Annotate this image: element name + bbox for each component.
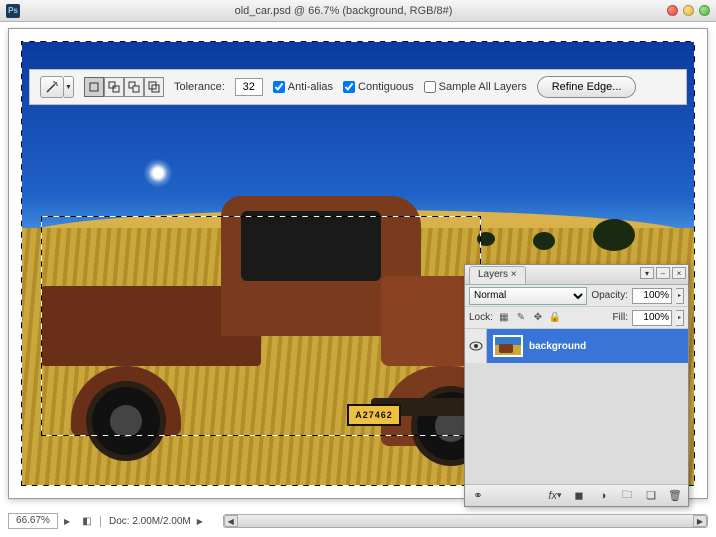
zoom-menu-toggle[interactable]: ▶ [64,517,74,526]
magic-wand-tool-button[interactable] [40,76,64,98]
selection-marquee [41,216,481,436]
selection-subtract-button[interactable] [124,77,144,97]
link-layers-button[interactable]: ⚭ [469,488,487,504]
magic-wand-icon [45,80,59,94]
sample-all-layers-label: Sample All Layers [439,81,527,93]
layer-mask-button[interactable]: ◼ [570,488,588,504]
layers-panel-footer: ⚭ fx▾ ◼ ◑ 🗀 ❏ 🗑 [465,484,688,506]
selection-new-button[interactable] [84,77,104,97]
new-layer-button[interactable]: ❏ [642,488,660,504]
lock-transparency-button[interactable]: ▦ [497,311,511,325]
opacity-label: Opacity: [591,290,628,301]
selection-intersect-button[interactable] [144,77,164,97]
close-window-button[interactable] [667,5,678,16]
horizontal-scrollbar[interactable]: ◀ ▶ [223,514,708,528]
tab-layers-label: Layers [478,269,508,280]
refine-edge-button[interactable]: Refine Edge... [537,76,637,98]
opacity-slider-toggle[interactable]: ▸ [676,288,684,304]
fill-slider-toggle[interactable]: ▸ [676,310,684,326]
panel-menu-button[interactable]: ▾ [640,267,654,279]
fill-label: Fill: [612,312,628,323]
blend-opacity-row: Normal Opacity: ▸ [465,285,688,307]
selection-add-button[interactable] [104,77,124,97]
eye-icon [469,341,483,351]
tool-options-bar: ▼ Tolerance: Anti-alias Contiguous Sampl… [29,69,687,105]
document-title: old_car.psd @ 66.7% (background, RGB/8#) [20,5,667,17]
fill-input[interactable] [632,310,672,326]
lock-all-button[interactable]: 🔒 [548,311,562,325]
zoom-window-button[interactable] [699,5,710,16]
contiguous-checkbox-input[interactable] [343,81,355,93]
window-titlebar: Ps old_car.psd @ 66.7% (background, RGB/… [0,0,716,22]
document-window: A27462 ▼ Tolerance: Anti-alias Contiguou… [8,28,708,499]
antialias-checkbox[interactable]: Anti-alias [273,81,333,93]
delete-layer-button[interactable]: 🗑 [666,488,684,504]
blend-mode-select[interactable]: Normal [469,287,587,305]
layers-panel[interactable]: Layers × ▾ – × Normal Opacity: ▸ Lock: ▦… [464,264,689,507]
antialias-checkbox-input[interactable] [273,81,285,93]
sample-all-layers-checkbox-input[interactable] [424,81,436,93]
panel-close-button[interactable]: × [672,267,686,279]
minimize-window-button[interactable] [683,5,694,16]
scroll-left-button[interactable]: ◀ [224,515,238,527]
layer-row[interactable]: background [465,329,688,363]
tool-preset-dropdown[interactable]: ▼ [64,76,74,98]
zoom-level-input[interactable]: 66.67% [8,513,58,529]
panel-minimize-button[interactable]: – [656,267,670,279]
document-info-menu[interactable]: ▶ [197,517,207,526]
app-icon: Ps [6,4,20,18]
layer-thumbnail[interactable] [493,335,523,357]
contiguous-checkbox[interactable]: Contiguous [343,81,414,93]
selection-mode-group [84,77,164,97]
document-info[interactable]: Doc: 2.00M/2.00M [100,516,191,527]
lock-pixels-button[interactable]: ✎ [514,311,528,325]
tolerance-input[interactable] [235,78,263,96]
contiguous-label: Contiguous [358,81,414,93]
opacity-input[interactable] [632,288,672,304]
adjustment-layer-button[interactable]: ◑ [594,488,612,504]
status-bar: 66.67% ▶ ◧ Doc: 2.00M/2.00M ▶ ◀ ▶ [8,511,708,531]
window-controls [667,5,710,16]
tolerance-label: Tolerance: [174,81,225,93]
status-preview-icon[interactable]: ◧ [80,514,94,528]
tab-layers[interactable]: Layers × [469,266,526,284]
lock-fill-row: Lock: ▦ ✎ ✥ 🔒 Fill: ▸ [465,307,688,329]
lock-label: Lock: [469,312,493,323]
panel-tab-row: Layers × ▾ – × [465,265,688,285]
sample-all-layers-checkbox[interactable]: Sample All Layers [424,81,527,93]
new-group-button[interactable]: 🗀 [618,488,636,504]
layers-list[interactable]: background [465,329,688,484]
antialias-label: Anti-alias [288,81,333,93]
lock-buttons: ▦ ✎ ✥ 🔒 [497,311,562,325]
layer-visibility-toggle[interactable] [465,329,487,363]
layer-style-button[interactable]: fx▾ [546,488,564,504]
layer-name[interactable]: background [529,341,586,352]
scroll-right-button[interactable]: ▶ [693,515,707,527]
lock-position-button[interactable]: ✥ [531,311,545,325]
